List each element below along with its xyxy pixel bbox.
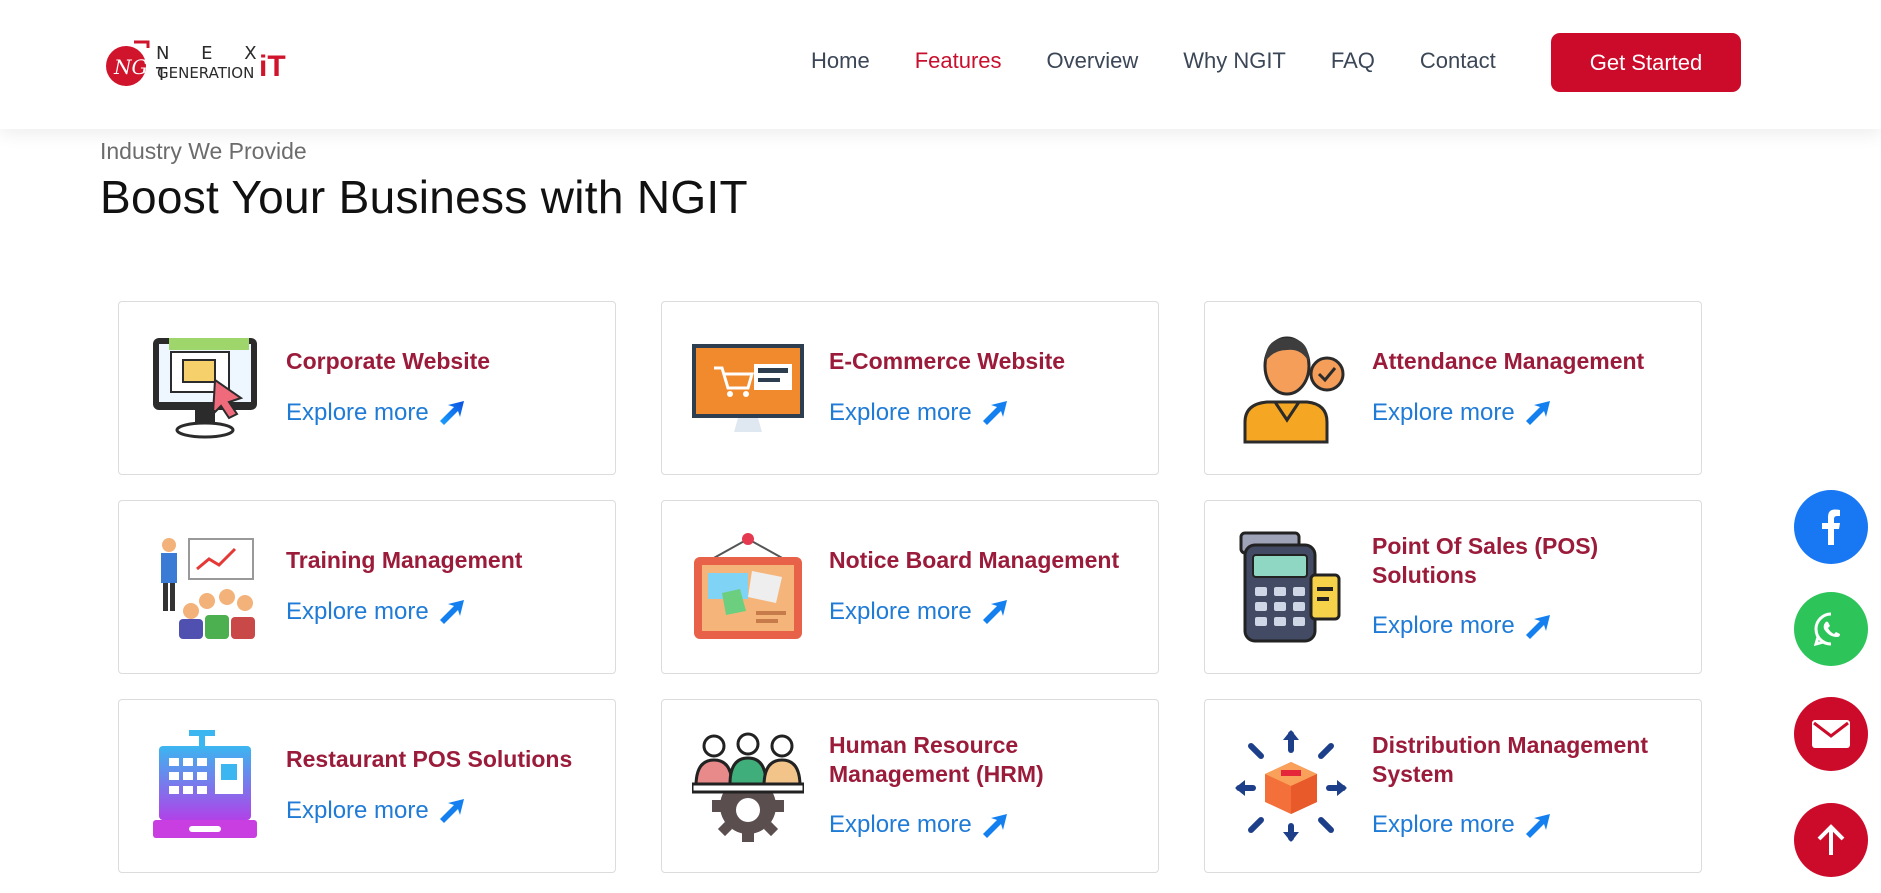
explore-more-link[interactable]: Explore more	[829, 595, 1148, 628]
team-gear-icon	[692, 732, 804, 842]
svg-text:NG: NG	[113, 55, 148, 79]
ngit-logo-icon: NG	[106, 40, 150, 86]
arrow-up-right-icon	[982, 813, 1007, 838]
person-check-icon	[1243, 336, 1345, 444]
box-distribution-icon	[1235, 730, 1347, 842]
card-pos-solutions[interactable]: Point Of Sales (POS) Solutions Explore m…	[1204, 500, 1702, 674]
card-corporate-website[interactable]: Corporate Website Explore more	[118, 301, 616, 475]
card-attendance-management[interactable]: Attendance Management Explore more	[1204, 301, 1702, 475]
section-title: Boost Your Business with NGIT	[100, 171, 748, 223]
card-title: Training Management	[286, 547, 523, 573]
scroll-to-top-button[interactable]	[1794, 803, 1868, 877]
email-button[interactable]	[1794, 697, 1868, 771]
facebook-button[interactable]	[1794, 490, 1868, 564]
section-eyebrow: Industry We Provide	[100, 138, 307, 164]
mail-icon	[1812, 720, 1850, 748]
monitor-chart-icon	[153, 338, 257, 439]
logo-text-it: iT	[259, 50, 286, 83]
explore-more-link[interactable]: Explore more	[286, 794, 605, 827]
card-restaurant-pos[interactable]: Restaurant POS Solutions Explore more	[118, 699, 616, 873]
nav-home[interactable]: Home	[811, 48, 870, 74]
explore-more-link[interactable]: Explore more	[286, 396, 605, 429]
arrow-up-right-icon	[439, 600, 464, 624]
nav-overview[interactable]: Overview	[1047, 48, 1139, 74]
explore-more-link[interactable]: Explore more	[1372, 396, 1691, 429]
nav-why-ngit[interactable]: Why NGIT	[1183, 48, 1286, 74]
shopping-monitor-icon	[692, 344, 804, 432]
arrow-up-right-icon	[1525, 813, 1550, 838]
brand-logo[interactable]: NG N E X T GENERATION iT	[104, 38, 294, 90]
card-notice-board-management[interactable]: Notice Board Management Explore more	[661, 500, 1159, 674]
nav-features[interactable]: Features	[915, 48, 1002, 74]
arrow-up-icon	[1817, 824, 1845, 855]
card-title: Attendance Management	[1372, 348, 1645, 374]
card-training-management[interactable]: Training Management Explore more	[118, 500, 616, 674]
card-distribution-management[interactable]: Distribution Management System Explore m…	[1204, 699, 1702, 873]
arrow-up-right-icon	[439, 799, 464, 823]
card-title: Corporate Website	[286, 348, 491, 374]
facebook-icon	[1822, 509, 1840, 545]
main-nav: Home Features Overview Why NGIT FAQ Cont…	[811, 48, 1541, 74]
explore-more-link[interactable]: Explore more	[1372, 809, 1691, 842]
explore-more-link[interactable]: Explore more	[829, 809, 1148, 842]
industry-cards: Corporate Website Explore more E-Commerc…	[118, 301, 1703, 873]
arrow-up-right-icon	[1525, 614, 1550, 639]
card-ecommerce-website[interactable]: E-Commerce Website Explore more	[661, 301, 1159, 475]
arrow-up-right-icon	[982, 401, 1007, 425]
card-title: Human Resource Management (HRM)	[829, 731, 1044, 787]
presentation-audience-icon	[161, 538, 255, 639]
card-title: Restaurant POS Solutions	[286, 746, 573, 772]
arrow-up-right-icon	[1525, 401, 1550, 425]
card-title: Point Of Sales (POS) Solutions	[1372, 532, 1599, 588]
notice-board-icon	[694, 533, 802, 639]
card-hrm[interactable]: Human Resource Management (HRM) Explore …	[661, 699, 1159, 873]
pos-terminal-icon	[1239, 531, 1341, 643]
arrow-up-right-icon	[982, 600, 1007, 624]
nav-faq[interactable]: FAQ	[1331, 48, 1375, 74]
nav-contact[interactable]: Contact	[1420, 48, 1496, 74]
explore-more-link[interactable]: Explore more	[829, 396, 1148, 429]
explore-more-link[interactable]: Explore more	[286, 595, 605, 628]
whatsapp-icon	[1813, 612, 1840, 647]
site-header: NG N E X T GENERATION iT Home Features O…	[0, 0, 1881, 129]
card-title: Notice Board Management	[829, 547, 1120, 573]
card-title: Distribution Management System	[1372, 731, 1649, 787]
whatsapp-button[interactable]	[1794, 592, 1868, 666]
card-title: E-Commerce Website	[829, 348, 1066, 374]
get-started-button[interactable]: Get Started	[1551, 33, 1741, 92]
cash-register-icon	[153, 730, 257, 838]
logo-text-generation: GENERATION	[157, 64, 255, 82]
arrow-up-right-icon	[439, 401, 464, 425]
explore-more-link[interactable]: Explore more	[1372, 610, 1691, 643]
